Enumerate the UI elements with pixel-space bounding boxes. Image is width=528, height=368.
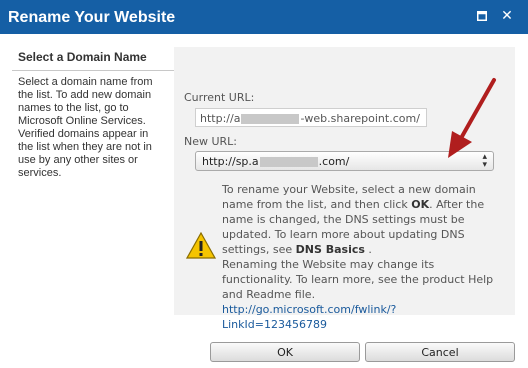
ok-button[interactable]: OK — [210, 342, 360, 362]
cancel-button[interactable]: Cancel — [365, 342, 515, 362]
annotation-arrow — [448, 78, 496, 158]
